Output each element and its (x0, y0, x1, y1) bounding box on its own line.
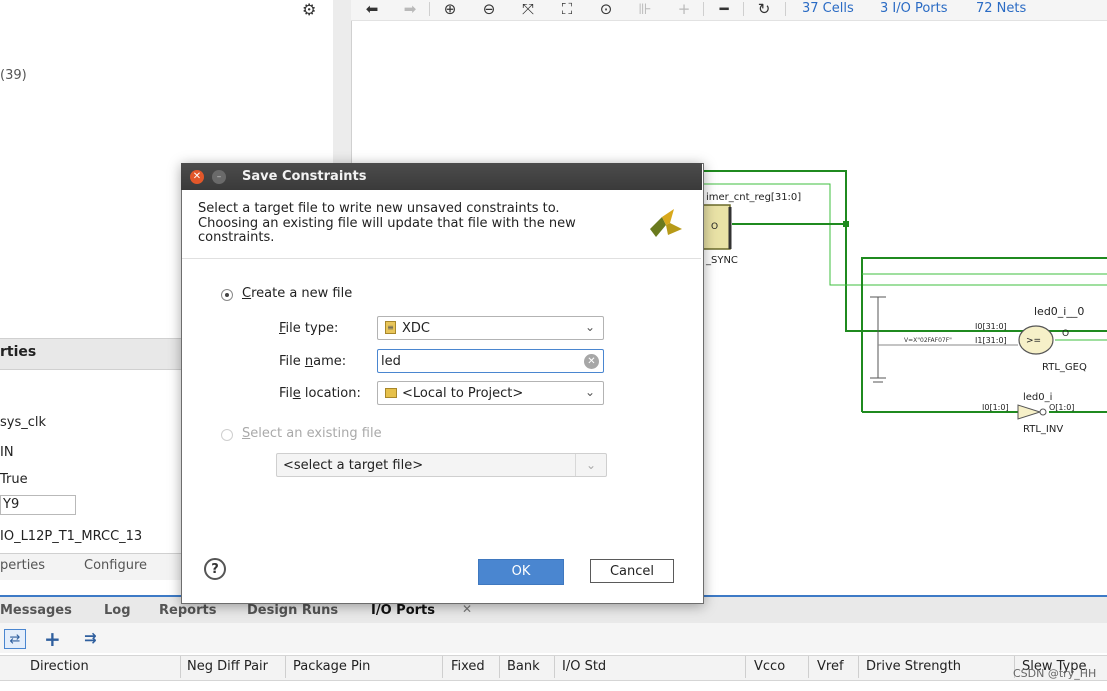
target-icon[interactable]: ⊙ (593, 0, 619, 18)
dialog-description: Select a target file to write new unsave… (198, 201, 576, 245)
collapse-minus-icon[interactable]: ━ (711, 0, 737, 18)
tab-design-runs[interactable]: Design Runs (247, 603, 338, 618)
add-icon[interactable]: + (44, 627, 61, 651)
chevron-down-icon[interactable]: ⌄ (585, 320, 595, 334)
existing-file-select[interactable]: <select a target file> ⌄ (276, 453, 607, 477)
chevron-down-icon[interactable]: ⌄ (585, 385, 595, 399)
register-label: imer_cnt_reg[31:0] (706, 192, 801, 203)
col-direction[interactable]: Direction (30, 659, 89, 674)
geq-in1-pin: I1[31:0] (975, 336, 1007, 345)
geq-out-pin: O (1062, 329, 1069, 339)
prop-name-value: sys_clk (0, 415, 47, 430)
package-pin-field[interactable]: Y9 (0, 495, 76, 515)
close-icon[interactable]: ✕ (190, 170, 204, 184)
tab-log[interactable]: Log (104, 603, 131, 618)
tab-configure[interactable]: Configure (84, 558, 147, 573)
help-button[interactable]: ? (204, 558, 226, 580)
hierarchy-count: (39) (0, 68, 27, 83)
tab-reports[interactable]: Reports (159, 603, 216, 618)
zoom-out-icon[interactable]: ⊖ (476, 0, 502, 18)
col-vcco[interactable]: Vcco (754, 659, 785, 674)
geq-instance-name: led0_i__0 (1034, 305, 1084, 318)
file-name-value: led (381, 354, 401, 369)
properties-title: rties (0, 344, 37, 360)
inv-instance-name: led0_i (1023, 392, 1052, 403)
geq-operator: >= (1026, 336, 1041, 346)
select-existing-file-label[interactable]: Select an existing file (242, 426, 382, 441)
xdc-file-icon: ≡ (385, 321, 396, 334)
inv-type-label: RTL_INV (1023, 424, 1063, 435)
watermark: CSDN @try_HH (1013, 667, 1097, 680)
zoom-area-icon[interactable]: ⛶ (554, 0, 580, 18)
bus-icon[interactable]: ⇉ (84, 629, 97, 647)
select-existing-file-radio[interactable] (221, 429, 233, 441)
file-location-select[interactable]: <Local to Project> ⌄ (377, 381, 604, 405)
existing-file-placeholder: <select a target file> (283, 458, 424, 473)
io-ports-count-link[interactable]: 3 I/O Ports (880, 1, 948, 16)
col-fixed[interactable]: Fixed (451, 659, 485, 674)
group-ports-icon[interactable]: ⇄ (4, 629, 26, 649)
clear-icon[interactable]: ✕ (584, 354, 599, 369)
file-type-select[interactable]: ≡ XDC ⌄ (377, 316, 604, 340)
col-vref[interactable]: Vref (817, 659, 844, 674)
io-ports-toolbar (0, 623, 1107, 653)
col-drive-strength[interactable]: Drive Strength (866, 659, 961, 674)
prop-fixed-value: True (0, 472, 28, 487)
file-type-value: XDC (402, 321, 430, 336)
zoom-in-icon[interactable]: ⊕ (437, 0, 463, 18)
col-io-std[interactable]: I/O Std (562, 659, 606, 674)
file-name-input[interactable]: led ✕ (377, 349, 604, 373)
dialog-title: Save Constraints (242, 169, 367, 184)
forward-arrow-icon[interactable]: ➡ (397, 0, 423, 18)
cancel-button[interactable]: Cancel (590, 559, 674, 583)
prop-site-value: IO_L12P_T1_MRCC_13 (0, 529, 143, 544)
file-location-value: <Local to Project> (402, 386, 524, 401)
nets-count-link[interactable]: 72 Nets (976, 1, 1026, 16)
chevron-down-icon[interactable]: ⌄ (575, 454, 606, 476)
tab-messages[interactable]: Messages (0, 603, 72, 618)
file-name-label: File name: (279, 354, 347, 369)
geq-in0-pin: I0[31:0] (975, 322, 1007, 331)
folder-icon (385, 388, 397, 398)
vivado-logo-icon (650, 209, 682, 237)
refresh-icon[interactable]: ↻ (751, 0, 777, 18)
geq-type-label: RTL_GEQ (1042, 362, 1087, 373)
split-icon[interactable]: ⊪ (632, 0, 658, 18)
register-type-label: _SYNC (705, 255, 738, 266)
file-location-label: File location: (279, 386, 361, 401)
col-package-pin[interactable]: Package Pin (293, 659, 370, 674)
col-neg-diff-pair[interactable]: Neg Diff Pair (187, 659, 268, 674)
file-type-label: File type: (279, 321, 339, 336)
minimize-icon[interactable]: – (212, 170, 226, 184)
inv-out-pin: O[1:0] (1049, 403, 1074, 412)
create-new-file-radio[interactable] (221, 289, 233, 301)
create-new-file-label[interactable]: Create a new file (242, 286, 352, 301)
back-arrow-icon[interactable]: ⬅ (359, 0, 385, 18)
col-bank[interactable]: Bank (507, 659, 540, 674)
cells-count-link[interactable]: 37 Cells (802, 1, 854, 16)
schematic-toolbar: ⬅ ➡ ⊕ ⊖ ⤧ ⛶ ⊙ ⊪ + ━ ↻ 37 Cells 3 I/O Por… (351, 0, 1107, 21)
prop-direction-value: IN (0, 445, 14, 460)
constant-value: V=X"02FAF07F" (904, 337, 952, 344)
tab-io-ports[interactable]: I/O Ports (371, 603, 435, 618)
register-out-pin: O (711, 222, 718, 232)
inv-in-pin: I0[1:0] (982, 403, 1009, 412)
tab-properties[interactable]: perties (0, 558, 45, 573)
zoom-fit-icon[interactable]: ⤧ (515, 0, 541, 18)
ok-button[interactable]: OK (478, 559, 564, 585)
close-tab-icon[interactable]: ✕ (462, 602, 472, 616)
gear-icon[interactable]: ⚙ (302, 0, 320, 19)
expand-plus-icon[interactable]: + (671, 0, 697, 18)
